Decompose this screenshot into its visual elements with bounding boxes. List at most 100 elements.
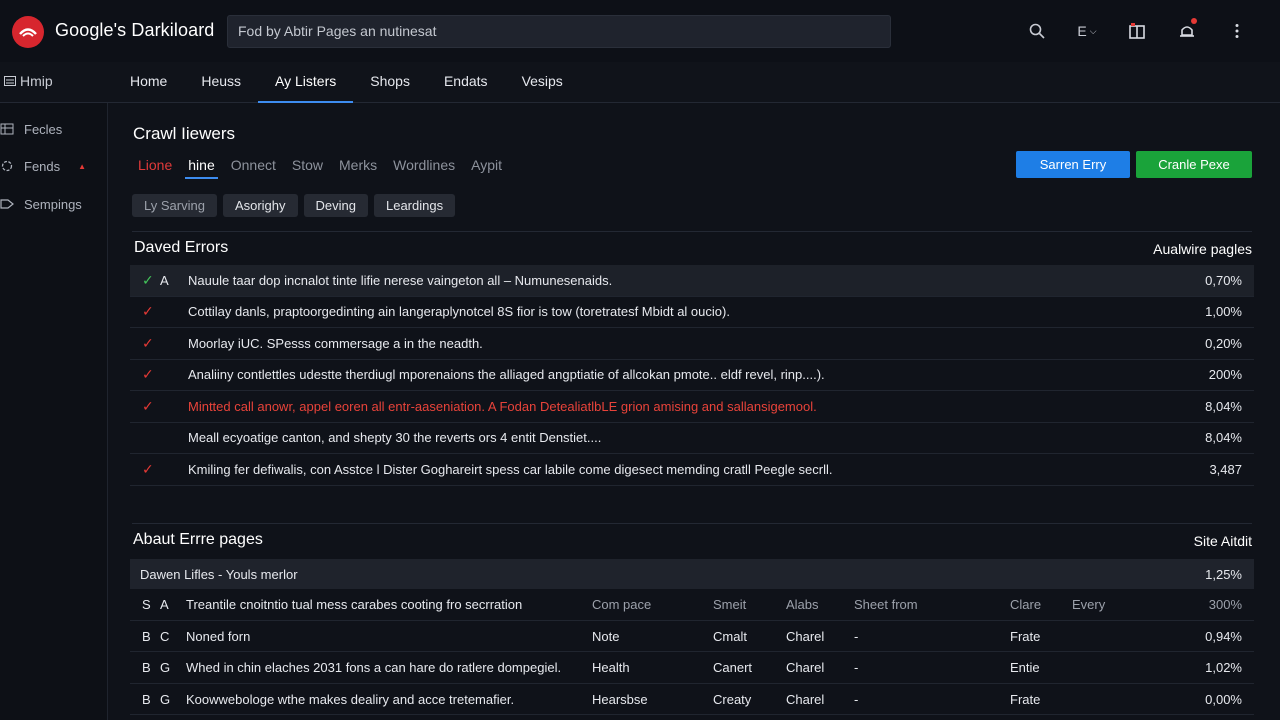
table-cell: Hearsbse [592, 691, 648, 707]
crawl-subtab[interactable]: Aypit [471, 157, 502, 179]
table-header-row: S A Treantile cnoitntio tual mess carabes … [130, 589, 1254, 621]
table-cell: 0,94% [1205, 628, 1242, 644]
table-cell: Treantile cnoitntio tual mess carabes co… [186, 597, 523, 612]
language-menu[interactable]: E ⌵ [1062, 18, 1112, 44]
error-letter: A [160, 272, 169, 288]
sidebar-item-label: Sempings [24, 196, 82, 212]
filter-chip[interactable]: Ly Sarving [132, 194, 217, 217]
crawl-subtab[interactable]: Stow [292, 157, 323, 179]
grid-icon [0, 123, 14, 135]
table-cell: Charel [786, 628, 825, 644]
nav-side-label: Hmip [20, 73, 53, 89]
table-cell: Creaty [713, 691, 752, 707]
divider [132, 523, 1252, 524]
gear-icon [1, 160, 13, 172]
table-cell: Clare [1010, 597, 1042, 612]
error-text: Nauule taar dop incnalot tinte lifie ner… [188, 272, 613, 288]
table-group-header[interactable]: Dawen Lifles - Youls merlor 1,25% [130, 559, 1254, 589]
crawl-subtab[interactable]: Onnect [231, 157, 276, 179]
divider [132, 231, 1252, 232]
crawl-subtab[interactable]: Lione [138, 157, 172, 179]
search-input[interactable]: Fod by Abtir Pages an nutinesat [227, 15, 891, 48]
error-text: Cottilay danls, praptoorgedinting ain la… [188, 304, 730, 320]
check-icon: ✓ [142, 271, 154, 288]
table-cell: Health [592, 660, 630, 675]
secondary-action-button[interactable]: Cranle Pexe [1136, 151, 1252, 178]
app-logo-icon[interactable] [12, 16, 44, 48]
pages-table: Dawen Lifles - Youls merlor 1,25% S A Trea… [130, 559, 1254, 715]
errors-right-label: Aualwire pagles [1153, 241, 1252, 257]
error-row[interactable]: ✓ Cottilay danls, praptoorgedinting ain l… [130, 297, 1254, 328]
error-row[interactable]: ✓ A Nauule taar dop incnalot tinte lifie n… [130, 265, 1254, 297]
error-pct: 8,04% [1205, 430, 1242, 446]
group-pct: 1,25% [1205, 566, 1242, 582]
nav-tab[interactable]: Shops [353, 62, 427, 103]
notifications-icon[interactable] [1162, 18, 1212, 44]
table-cell: Every [1072, 597, 1106, 612]
table-cell: 1,02% [1205, 660, 1242, 675]
filter-chip[interactable]: Deving [303, 194, 368, 217]
filter-chip[interactable]: Leardings [373, 194, 456, 217]
table-row[interactable]: B G Whed in chin elaches 2031 fons a can h… [130, 652, 1254, 684]
crawl-section-title: Crawl Iiewers [133, 124, 236, 143]
table-cell: Charel [786, 660, 825, 675]
error-text: Analiiny contlettles udestte therdiugl m… [188, 367, 825, 383]
tag-icon [0, 199, 14, 209]
table-cell: Smeit [713, 597, 747, 612]
crawl-subtab[interactable]: hine [185, 157, 219, 179]
table-cell: - [854, 691, 859, 707]
sidebar-item-fecles[interactable]: Fecles [0, 118, 62, 140]
table-row[interactable]: B C Noned forn Note Cmalt Charel - Frate 0,94% [130, 621, 1254, 652]
table-cell: B [142, 691, 151, 707]
table-cell: Whed in chin elaches 2031 fons a can har… [186, 660, 562, 675]
check-icon: ✓ [142, 334, 154, 351]
table-cell: Entie [1010, 660, 1040, 675]
nav-tab[interactable]: Endats [427, 62, 505, 103]
table-cell: Note [592, 628, 620, 644]
check-icon: ✓ [142, 460, 154, 477]
errors-title: Daved Errors [134, 239, 229, 256]
crawl-subtabs: Lione hine Onnect Stow Merks Wordlines Aypit [138, 157, 518, 179]
error-row[interactable]: ✓ Moorlay iUC. SPesss commersage a in the… [130, 328, 1254, 360]
error-row[interactable]: ✓ Mintted call anowr, appel eoren all ent… [130, 391, 1254, 423]
table-cell: Frate [1010, 691, 1041, 707]
nav-tab[interactable]: Vesips [505, 62, 580, 103]
chevron-down-icon: ⌵ [1089, 25, 1097, 36]
table-cell: Sheet from [854, 597, 918, 612]
panel-icon[interactable] [1112, 18, 1162, 44]
table-cell: B [142, 628, 151, 644]
table-cell: Cmalt [713, 628, 747, 644]
check-icon: ✓ [142, 303, 154, 320]
main-nav: Hmip Home Heuss Ay Listers Shops Endats Vesip… [0, 62, 1280, 103]
error-row[interactable]: Meall ecyoatige canton, and shepty 30 th… [130, 423, 1254, 454]
table-cell: Canert [713, 660, 753, 675]
crawl-subtab[interactable]: Wordlines [393, 157, 455, 179]
sidebar-item-fends[interactable]: Fends ▲ [0, 155, 86, 177]
sidebar-item-sempings[interactable]: Sempings [0, 193, 82, 215]
table-row[interactable]: B G Koowwebologe wthe makes dealiry and ac… [130, 684, 1254, 715]
nav-tab[interactable]: Ay Listers [258, 62, 354, 103]
nav-tab[interactable]: Heuss [184, 62, 258, 103]
table-cell: Koowwebologe wthe makes dealiry and acce… [186, 691, 515, 707]
search-icon[interactable] [1012, 18, 1062, 44]
nav-tab[interactable]: Home [113, 62, 184, 103]
sidebar-item-label: Fends [24, 158, 61, 174]
error-pct: 0,70% [1205, 272, 1242, 288]
nav-side-toggle[interactable]: Hmip [4, 73, 53, 89]
top-bar: Google's Darkiloard Fod by Abtir Pages a… [0, 0, 1280, 62]
table-cell: S [142, 597, 151, 612]
error-text: Meall ecyoatige canton, and shepty 30 th… [188, 430, 602, 446]
error-row[interactable]: ✓ Kmiling fer defiwalis, con Asstce l Dis… [130, 454, 1254, 486]
error-text: Mintted call anowr, appel eoren all entr… [188, 398, 817, 414]
table-cell: Charel [786, 691, 825, 707]
check-icon: ✓ [142, 397, 154, 414]
more-vertical-icon[interactable] [1212, 18, 1262, 44]
error-row[interactable]: ✓ Analiiny contlettles udestte therdiugl … [130, 360, 1254, 391]
error-pct: 8,04% [1205, 398, 1242, 414]
crawl-subtab[interactable]: Merks [339, 157, 377, 179]
caret-up-icon: ▲ [78, 161, 87, 171]
table-cell: Frate [1010, 628, 1041, 644]
filter-chip[interactable]: Asorighy [222, 194, 298, 217]
primary-action-button[interactable]: Sarren Erry [1016, 151, 1130, 178]
sidebar-item-label: Fecles [24, 121, 63, 137]
